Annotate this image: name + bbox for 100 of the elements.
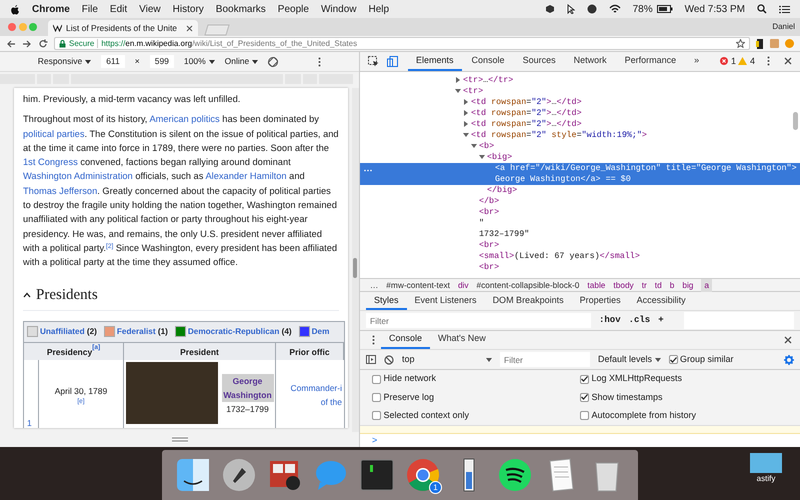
more-tabs-button[interactable]: » — [686, 52, 708, 71]
dom-node[interactable]: <td rowspan="2">…</td> — [471, 118, 582, 130]
dom-node[interactable]: <tr>…</tr> — [463, 74, 514, 86]
menu-item[interactable]: Bookmarks — [216, 2, 266, 16]
dom-node[interactable]: <br> — [479, 240, 500, 251]
reload-icon[interactable] — [38, 38, 48, 48]
reference-link[interactable]: [2] — [106, 242, 114, 251]
menu-item[interactable]: Help — [368, 2, 390, 16]
checkbox[interactable] — [580, 392, 589, 402]
filter-field[interactable]: Filter — [366, 313, 591, 328]
wifi-icon[interactable] — [608, 4, 621, 14]
dock-item[interactable] — [222, 458, 256, 492]
address-bar[interactable]: Secure https://en.m.wikipedia.org/wiki/List_of_Presidents_of_the_United_States — [54, 37, 750, 50]
breadcrumb[interactable]: div — [458, 279, 469, 292]
collapse-chevron-icon[interactable] — [23, 292, 31, 298]
devtools-tab[interactable]: Console — [464, 52, 513, 71]
back-icon[interactable] — [6, 38, 16, 48]
drawer-menu-icon[interactable] — [372, 335, 375, 346]
breadcrumb[interactable]: tbody — [613, 279, 634, 292]
dom-node[interactable]: <br> — [479, 262, 500, 273]
menu-item[interactable]: View — [139, 2, 161, 16]
link[interactable]: political parties — [23, 128, 84, 139]
sidebar-toggle-icon[interactable] — [366, 355, 376, 364]
menu-item[interactable]: Window — [320, 2, 357, 16]
settings-icon[interactable] — [784, 354, 794, 365]
more-options-icon[interactable] — [318, 56, 322, 66]
checkbox[interactable] — [580, 374, 589, 384]
link[interactable]: Washington Administration — [23, 171, 133, 182]
close-icon[interactable] — [784, 57, 792, 66]
breadcrumb[interactable]: a — [701, 279, 712, 292]
legend-link[interactable]: Democratic-Republican — [188, 326, 280, 336]
dock-item[interactable] — [268, 458, 302, 492]
checkbox[interactable] — [580, 410, 589, 420]
close-icon[interactable] — [186, 24, 193, 32]
breadcrumb[interactable]: tr — [642, 279, 647, 292]
expanded-triangle-icon[interactable] — [471, 143, 479, 150]
clock[interactable]: Wed 7:53 PM — [684, 2, 745, 16]
closing-tag[interactable]: </b> — [479, 196, 500, 207]
dom-node[interactable]: 1732–1799" — [479, 228, 530, 240]
dom-node[interactable]: " — [479, 218, 484, 229]
checkbox[interactable] — [668, 355, 678, 364]
dom-node[interactable]: <big> — [487, 152, 512, 163]
devtools-tab[interactable]: Network — [566, 52, 615, 71]
console-filter-field[interactable]: Filter — [500, 352, 590, 368]
profile-name[interactable]: Daniel — [772, 21, 795, 33]
width-field[interactable]: 611 — [101, 55, 125, 68]
close-icon[interactable] — [784, 336, 792, 344]
box-icon[interactable] — [544, 4, 555, 14]
device-toggle-icon[interactable] — [387, 56, 398, 67]
scrollbar-thumb[interactable] — [353, 258, 358, 278]
menu-item[interactable]: History — [172, 2, 204, 16]
dock-item[interactable] — [498, 458, 532, 492]
style-toggle-button[interactable]: .cls — [628, 314, 650, 328]
clear-console-icon[interactable] — [384, 354, 394, 365]
cursor-icon[interactable] — [566, 4, 575, 14]
console-prompt[interactable]: > — [360, 434, 800, 448]
warning-count[interactable]: 4 — [750, 54, 755, 68]
sidebar-tab[interactable]: Properties — [572, 292, 629, 310]
checkbox[interactable] — [372, 392, 381, 402]
context-dropdown[interactable]: top — [402, 352, 492, 366]
rotate-icon[interactable] — [268, 56, 278, 66]
search-icon[interactable] — [757, 4, 767, 14]
dock-item[interactable] — [176, 458, 210, 492]
throttling-dropdown[interactable]: Online — [224, 55, 250, 68]
president-name-link[interactable]: George Washington — [222, 374, 274, 402]
menu-item[interactable]: People — [278, 2, 309, 16]
device-mode-dropdown[interactable]: Responsive — [38, 55, 82, 68]
app-menu[interactable]: Chrome — [32, 2, 70, 16]
breadcrumb[interactable]: big — [682, 279, 694, 292]
battery-icon[interactable] — [656, 5, 673, 13]
dock-item[interactable]: 1 — [406, 458, 440, 492]
sidebar-tab[interactable]: Event Listeners — [406, 292, 485, 310]
resize-handle-icon[interactable] — [172, 437, 188, 442]
dom-node[interactable]: <td rowspan="2">…</td> — [471, 96, 582, 108]
zoom-dropdown[interactable]: 100% — [184, 55, 206, 68]
closing-tag[interactable]: </big> — [487, 184, 518, 196]
more-options-icon[interactable] — [767, 56, 770, 66]
breadcrumb[interactable]: #mw-content-text — [386, 279, 450, 292]
devtools-tab[interactable]: Elements — [408, 52, 462, 71]
link[interactable]: 1st Congress — [23, 157, 78, 168]
legend-link[interactable]: Unaffiliated — [40, 326, 85, 336]
menu-item[interactable]: Edit — [110, 2, 128, 16]
link[interactable]: Alexander Hamilton — [205, 171, 287, 182]
error-icon[interactable] — [720, 57, 728, 66]
breadcrumb[interactable]: … — [370, 279, 378, 292]
dom-node[interactable]: <td rowspan="2" style="width:19%;"> — [471, 130, 647, 141]
devtools-tab[interactable]: Sources — [514, 52, 564, 71]
inspect-icon[interactable] — [368, 56, 379, 67]
error-count[interactable]: 1 — [730, 54, 736, 68]
devtools-tab[interactable]: Performance — [616, 52, 684, 71]
scrollbar-thumb[interactable] — [793, 112, 798, 130]
forward-icon[interactable] — [22, 38, 32, 48]
legend-link[interactable]: Dem — [312, 326, 330, 336]
dom-node[interactable]: <small>(Lived: 67 years)</small> — [479, 250, 640, 262]
style-toggle-button[interactable]: + — [658, 314, 664, 328]
levels-dropdown[interactable]: Default levels — [598, 352, 661, 366]
prior-office-link[interactable]: Commander-i — [290, 380, 342, 396]
dom-node[interactable]: <b> — [479, 140, 494, 152]
dom-node[interactable]: <tr> — [463, 86, 484, 97]
apple-icon[interactable] — [10, 4, 20, 14]
